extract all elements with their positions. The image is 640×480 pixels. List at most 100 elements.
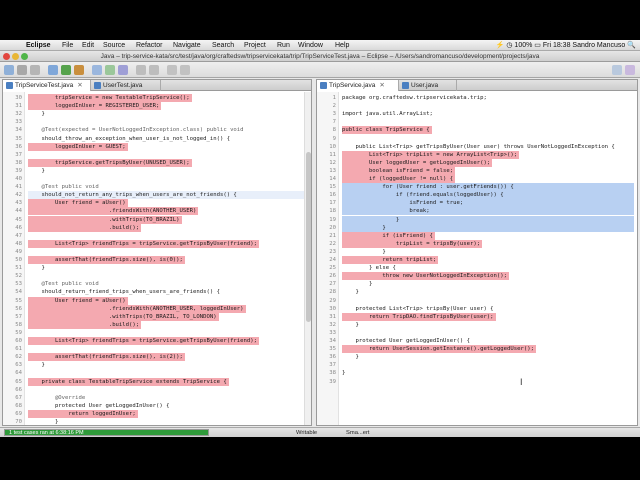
line-number: 38 <box>15 159 22 166</box>
source-code-area[interactable]: 1 package org.craftedsw.tripservicekata.t… <box>317 92 637 425</box>
source-editor-pane: TripService.java ✕ User.java 1 package org… <box>316 79 638 426</box>
code-line: List<Trip> tripList = new ArrayList<Trip… <box>342 150 520 159</box>
line-number: 45 <box>15 216 22 223</box>
tab-tripservicetest[interactable]: TripServiceTest.java ✕ <box>3 80 91 91</box>
external-tools-icon[interactable] <box>74 65 84 75</box>
line-number: 49 <box>15 248 22 255</box>
zoom-window-button[interactable] <box>21 53 28 60</box>
line-number: 33 <box>329 329 336 336</box>
menu-run[interactable]: Run <box>277 40 290 51</box>
line-number: 20 <box>329 224 336 231</box>
line-number: 19 <box>329 216 336 223</box>
line-number: 70 <box>15 419 22 425</box>
code-line: assertThat(friendTrips.size(), is(2)); <box>28 353 185 362</box>
tab-usertest[interactable]: UserTest.java <box>91 80 161 91</box>
code-line: @Test public void <box>28 184 99 191</box>
close-icon[interactable]: ✕ <box>77 82 82 89</box>
line-number: 27 <box>329 281 336 288</box>
eclipse-screen: Eclipse File Edit Source Refactor Naviga… <box>0 40 640 437</box>
line-number: 34 <box>329 338 336 344</box>
line-number: 2 <box>332 103 336 110</box>
code-line: return UserSession.getInstance().getLogg… <box>342 345 536 354</box>
menu-navigate[interactable]: Navigate <box>173 40 201 51</box>
menu-window[interactable]: Window <box>298 40 323 51</box>
new-icon[interactable] <box>4 65 14 75</box>
close-window-button[interactable] <box>3 53 10 60</box>
menu-source[interactable]: Source <box>103 40 125 51</box>
line-number: 16 <box>329 192 336 199</box>
line-number: 64 <box>15 370 22 377</box>
line-number: 13 <box>329 167 336 174</box>
line-number: 7 <box>332 119 336 126</box>
menu-help[interactable]: Help <box>335 40 349 51</box>
code-line: loggedInUser = GUEST; <box>28 142 128 151</box>
line-number: 54 <box>15 289 22 296</box>
run-icon[interactable] <box>61 65 71 75</box>
perspective-debug-icon[interactable] <box>625 65 635 75</box>
print-icon[interactable] <box>30 65 40 75</box>
menu-refactor[interactable]: Refactor <box>136 40 162 51</box>
new-class-icon[interactable] <box>118 65 128 75</box>
close-icon[interactable]: ✕ <box>379 82 384 89</box>
code-line: List<Trip> friendTrips = tripService.get… <box>28 337 260 346</box>
window-controls <box>3 53 30 61</box>
text-cursor-icon: I <box>520 377 523 387</box>
test-code-area[interactable]: 30 tripService = new TestableTripService… <box>3 92 311 425</box>
code-line: loggedInUser = REGISTERED_USER; <box>28 102 162 111</box>
vertical-scrollbar[interactable] <box>304 92 311 425</box>
line-number: 47 <box>15 232 22 239</box>
search-icon[interactable] <box>149 65 159 75</box>
app-menu[interactable]: Eclipse <box>26 40 51 51</box>
tab-tripservice[interactable]: TripService.java ✕ <box>317 80 399 91</box>
line-number: 44 <box>15 208 22 215</box>
code-line: package org.craftedsw.tripservicekata.tr… <box>342 95 487 101</box>
java-file-icon <box>6 82 13 89</box>
code-line: .withTrips(TO_BRAZIL) <box>28 215 182 224</box>
line-number: 38 <box>329 370 336 377</box>
line-number: 68 <box>15 402 22 409</box>
writable-status: Writable <box>296 430 318 436</box>
open-type-icon[interactable] <box>136 65 146 75</box>
code-line: } <box>342 289 359 296</box>
tab-user[interactable]: User.java <box>399 80 457 91</box>
line-number: 22 <box>329 240 336 247</box>
code-line: protected User getLoggedInUser() { <box>342 338 470 344</box>
line-number: 24 <box>329 257 336 263</box>
line-number: 37 <box>15 151 22 158</box>
code-line: protected User getLoggedInUser() { <box>28 402 170 409</box>
menu-status-area: ⚡ ◷ 100% ▭ Fri 18:38 Sandro Mancuso 🔍 <box>495 42 636 49</box>
perspective-java-icon[interactable] <box>612 65 622 75</box>
debug-icon[interactable] <box>48 65 58 75</box>
line-number: 25 <box>329 265 336 272</box>
forward-icon[interactable] <box>180 65 190 75</box>
line-number: 57 <box>15 313 22 320</box>
new-package-icon[interactable] <box>105 65 115 75</box>
code-line: return tripList; <box>342 256 439 265</box>
menu-file[interactable]: File <box>62 40 73 51</box>
tab-label: User.java <box>411 82 439 89</box>
scrollbar-thumb[interactable] <box>306 152 311 322</box>
java-file-icon <box>94 82 101 89</box>
menu-search[interactable]: Search <box>212 40 234 51</box>
code-line: } <box>342 354 359 361</box>
test-editor-pane: TripServiceTest.java ✕ UserTest.java 30 t… <box>2 79 312 426</box>
minimize-window-button[interactable] <box>12 53 19 60</box>
code-line: should_throw_an_exception_when_user_is_n… <box>28 135 231 142</box>
line-number: 23 <box>329 248 336 255</box>
line-number: 60 <box>15 338 22 344</box>
code-line: throw new UserNotLoggedInException(); <box>342 272 510 281</box>
menu-project[interactable]: Project <box>244 40 266 51</box>
code-line: protected List<Trip> tripsBy(User user) … <box>342 305 494 312</box>
menu-edit[interactable]: Edit <box>82 40 94 51</box>
back-icon[interactable] <box>167 65 177 75</box>
line-number: 66 <box>15 386 22 393</box>
code-line: .withTrips(TO_BRAZIL, TO_LONDON) <box>28 312 219 321</box>
line-number: 52 <box>15 273 22 280</box>
code-line: should_return_friend_trips_when_users_ar… <box>28 289 220 296</box>
new-java-project-icon[interactable] <box>92 65 102 75</box>
code-line: tripList = tripsBy(user); <box>342 239 483 248</box>
window-title-bar: Java – trip-service-kata/src/test/java/o… <box>0 51 640 62</box>
code-line: } <box>28 265 45 272</box>
code-line: assertThat(friendTrips.size(), is(0)); <box>28 256 185 265</box>
save-icon[interactable] <box>17 65 27 75</box>
